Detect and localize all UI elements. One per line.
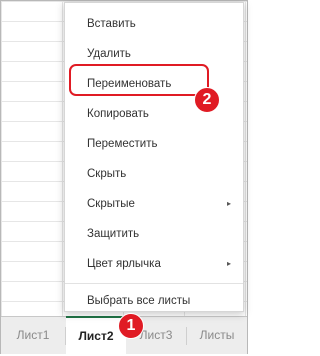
sheet-tab-label: Лист2: [78, 329, 114, 343]
step-2-badge: 2: [194, 87, 220, 113]
menu-item-tab-color[interactable]: Цвет ярлычка ▸: [65, 249, 243, 279]
menu-item-label: Выбрать все листы: [87, 295, 191, 307]
sheet-tab-label: Лист3: [139, 328, 173, 342]
menu-item-label: Скрытые: [87, 198, 135, 210]
menu-item-hidden[interactable]: Скрытые ▸: [65, 189, 243, 219]
menu-item-label: Вставить: [87, 18, 136, 30]
menu-item-label: Защитить: [87, 228, 140, 240]
sheet-context-menu: Вставить Удалить Переименовать Копироват…: [64, 2, 244, 312]
menu-item-label: Цвет ярлычка: [87, 258, 161, 270]
chevron-right-icon: ▸: [226, 259, 231, 268]
menu-item-label: Переместить: [87, 138, 158, 150]
sheet-tab-label: Листы: [199, 328, 235, 342]
sheet-tab-1[interactable]: Лист1: [1, 317, 65, 354]
menu-item-protect[interactable]: Защитить: [65, 219, 243, 249]
sheet-tab-label: Лист1: [16, 328, 50, 342]
sheet-tab-2[interactable]: Лист2: [66, 316, 126, 356]
menu-item-label: Копировать: [87, 108, 149, 120]
menu-item-label: Скрыть: [87, 168, 127, 180]
menu-item-hide[interactable]: Скрыть: [65, 159, 243, 189]
menu-item-select-all-sheets[interactable]: Выбрать все листы: [65, 286, 243, 316]
chevron-right-icon: ▸: [226, 199, 231, 208]
step-1-badge: 1: [118, 313, 144, 339]
menu-item-label: Удалить: [87, 48, 131, 60]
rename-highlight-outline: [69, 64, 209, 96]
menu-divider: [65, 283, 243, 284]
menu-item-insert[interactable]: Вставить: [65, 9, 243, 39]
sheet-tab-list[interactable]: Листы: [187, 317, 247, 354]
menu-item-move[interactable]: Переместить: [65, 129, 243, 159]
